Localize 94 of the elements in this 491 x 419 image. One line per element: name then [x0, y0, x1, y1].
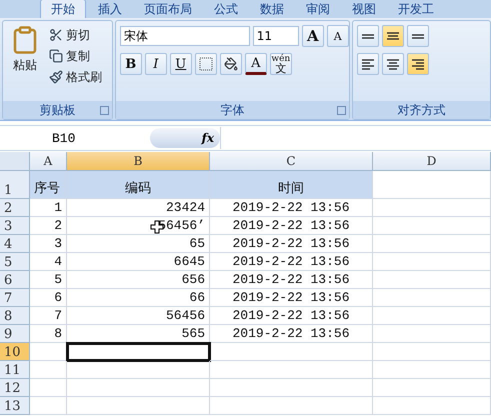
ribbon-tab[interactable]: 视图 [342, 0, 386, 18]
cell-text: 565 [182, 326, 205, 341]
table-cell [30, 379, 67, 397]
table-cell [30, 361, 67, 379]
table-cell [30, 397, 67, 415]
bottom-align-icon [410, 34, 426, 38]
font-color-button[interactable]: A [244, 53, 267, 75]
ribbon-tab[interactable]: 页面布局 [134, 0, 202, 18]
group-title: 剪贴板 [3, 101, 112, 119]
copy-icon [49, 49, 63, 63]
ribbon-tab[interactable]: 开始 [40, 0, 86, 18]
font-name-field[interactable]: 宋体 [120, 26, 250, 46]
ribbon-tab[interactable]: 公式 [204, 0, 248, 18]
row-header[interactable]: 12 [0, 379, 30, 397]
underline-button[interactable]: U [170, 53, 192, 75]
cell-text: 2019-2-22 13:56 [232, 272, 350, 287]
cell-text: 23424 [166, 200, 205, 215]
row-header[interactable]: 10 [0, 343, 30, 361]
active-cell[interactable] [67, 343, 210, 361]
row-header[interactable]: 1 [0, 171, 30, 199]
right-align-icon [410, 58, 426, 70]
align-button[interactable] [382, 25, 404, 47]
row-header[interactable]: 4 [0, 235, 30, 253]
cell-text: 6 [54, 290, 62, 305]
row-header[interactable]: 7 [0, 289, 30, 307]
cell-text: 7 [54, 308, 62, 323]
insert-function-button[interactable]: fx [150, 128, 220, 148]
cell-text: 2019-2-22 13:56 [232, 254, 350, 269]
row-header[interactable]: 8 [0, 307, 30, 325]
cell-text: 3 [54, 236, 62, 251]
center-align-icon [384, 58, 401, 70]
row-header[interactable]: 5 [0, 253, 30, 271]
align-button[interactable] [356, 53, 379, 75]
cell-text: 2019-2-22 13:56 [232, 200, 350, 215]
align-button[interactable] [356, 25, 379, 47]
column-header[interactable]: B [67, 152, 210, 171]
cell-text: 656 [182, 272, 205, 287]
cell-text: 2019-2-22 13:56 [232, 290, 350, 305]
column-header[interactable]: A [30, 152, 67, 171]
ribbon-tab[interactable]: 数据 [250, 0, 294, 18]
phonetic-button[interactable]: wén 文 [270, 53, 292, 75]
fill-color-button[interactable] [220, 53, 242, 75]
cell-text: 8 [54, 326, 62, 341]
align-button[interactable] [406, 25, 429, 47]
ribbon-tab[interactable]: 审阅 [296, 0, 340, 18]
row-header[interactable]: 6 [0, 271, 30, 289]
cell-text: 6645 [174, 254, 205, 269]
cell-text: 4 [54, 254, 62, 269]
brush-button[interactable]: 格式刷 [49, 67, 102, 87]
italic-button[interactable]: I [144, 53, 167, 75]
border-icon [198, 57, 213, 71]
cell-text: 1 [54, 200, 62, 215]
shrink-font-button[interactable]: A [326, 25, 349, 47]
name-box[interactable]: B10 [0, 128, 150, 148]
bold-button[interactable]: B [120, 53, 142, 75]
group-title: 对齐方式 [352, 101, 490, 119]
cell-text: 2019-2-22 13:56 [232, 308, 350, 323]
scissors-icon [49, 28, 63, 42]
paint-bucket-icon [224, 57, 238, 71]
cell-text: 65 [189, 236, 205, 251]
font-size-field[interactable]: 11 [252, 26, 299, 46]
row-header[interactable]: 13 [0, 397, 30, 415]
cell-text: 2019-2-22 13:56 [232, 236, 350, 251]
cell-text: 序号 [34, 180, 60, 197]
paste-button[interactable]: 粘贴 [7, 25, 43, 97]
cell-text: 56456 [166, 308, 205, 323]
grow-font-button[interactable]: A [302, 25, 324, 47]
phonetic-character: 文 [275, 64, 286, 73]
cell-text: 2019-2-22 13:56 [232, 326, 350, 341]
left-align-icon [360, 58, 376, 70]
cell-text: 2019-2-22 13:56 [232, 218, 350, 233]
ribbon-tab[interactable]: 开发工 [388, 0, 444, 18]
cell-text: 2 [54, 218, 62, 233]
align-button[interactable] [406, 53, 429, 75]
cell-text: 66 [189, 290, 205, 305]
cell-text: 编码 [125, 180, 151, 197]
column-header[interactable]: D [373, 152, 491, 171]
border-button[interactable] [194, 53, 217, 75]
align-button[interactable] [382, 53, 404, 75]
ribbon-tab[interactable]: 插入 [88, 0, 132, 18]
cell-text: 5 [54, 272, 62, 287]
row-header[interactable]: 3 [0, 217, 30, 235]
middle-align-icon [384, 32, 401, 40]
cell-text: 56456’ [158, 218, 205, 233]
brush-icon [49, 70, 63, 84]
cell-text: 时间 [278, 180, 304, 197]
row-header[interactable]: 9 [0, 325, 30, 343]
column-header[interactable]: C [210, 152, 373, 171]
group-title: 字体 [116, 101, 349, 119]
copy-button[interactable]: 复制 [49, 46, 102, 66]
row-header[interactable]: 11 [0, 361, 30, 379]
row-header[interactable]: 2 [0, 199, 30, 217]
cut-button[interactable]: 剪切 [49, 25, 102, 45]
top-align-icon [360, 34, 376, 38]
